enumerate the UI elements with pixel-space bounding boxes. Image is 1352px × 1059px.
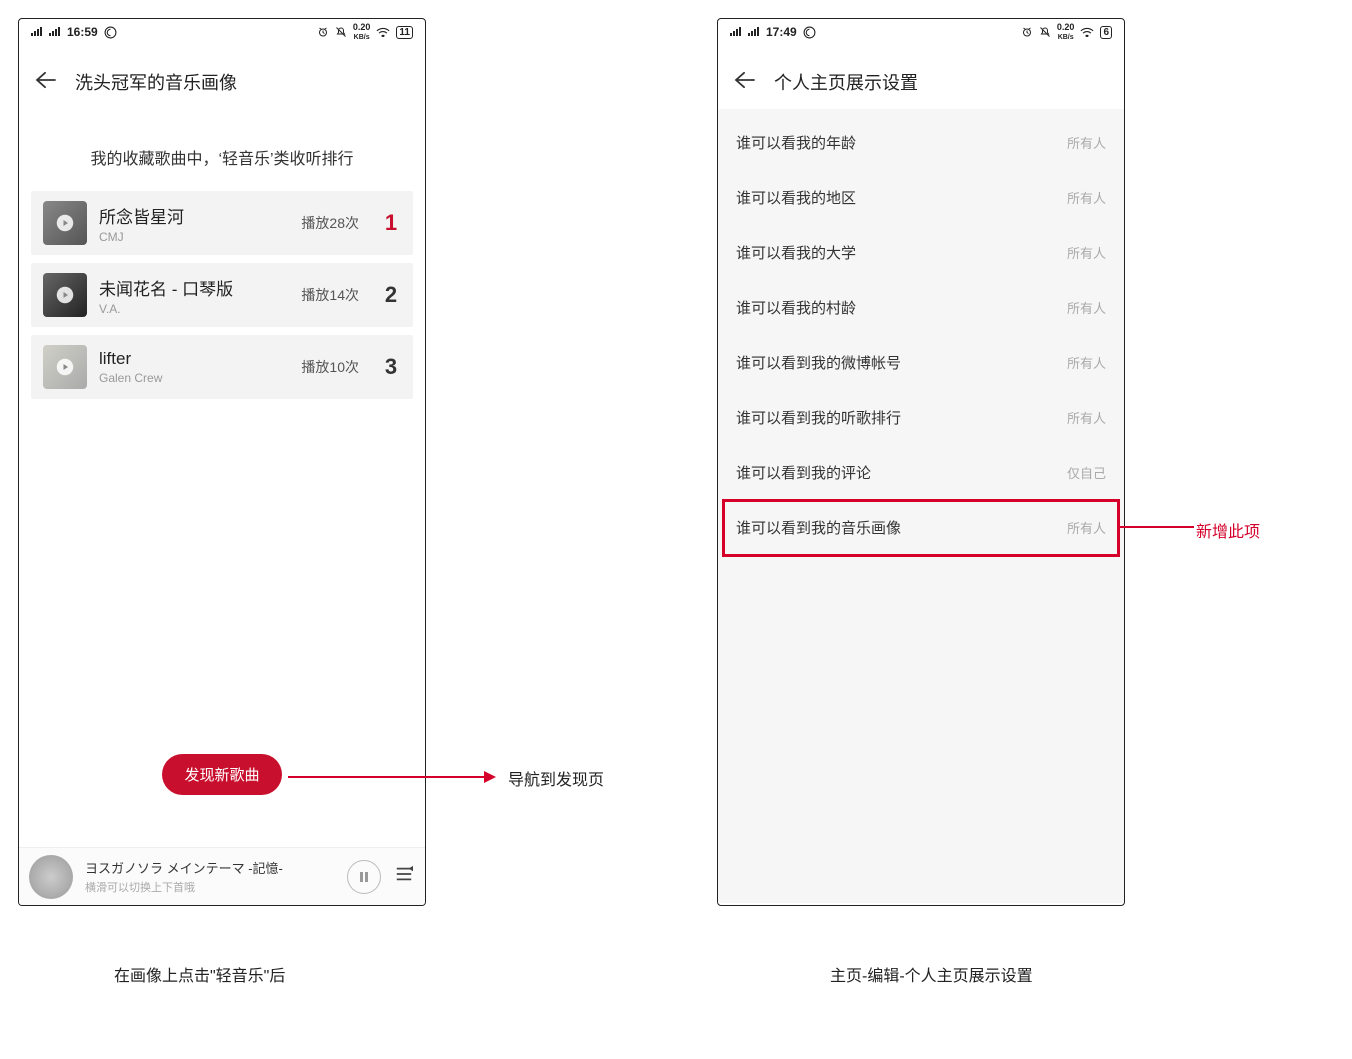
song-plays: 播放10次 — [301, 357, 359, 377]
discover-button-label: 发现新歌曲 — [184, 767, 259, 784]
song-row[interactable]: 未闻花名 - 口琴版 V.A. 播放14次 2 — [31, 263, 413, 327]
battery-icon: 11 — [396, 26, 413, 39]
mute-icon — [1039, 26, 1051, 38]
annotation-new-item: 新增此项 — [1196, 518, 1260, 542]
signal-icon — [49, 27, 61, 37]
song-artist: Galen Crew — [99, 371, 289, 385]
arrow-icon — [288, 765, 496, 789]
page-title: 洗头冠军的音乐画像 — [75, 69, 237, 95]
song-title: 所念皆星河 — [99, 203, 289, 228]
phone-screenshot-right: 17:49 0.20KB/s 6 — [717, 18, 1125, 906]
song-row[interactable]: 所念皆星河 CMJ 播放28次 1 — [31, 191, 413, 255]
settings-row-age[interactable]: 谁可以看我的年龄所有人 — [718, 115, 1124, 170]
song-plays: 播放28次 — [301, 213, 359, 233]
song-plays: 播放14次 — [301, 285, 359, 305]
song-thumb — [43, 273, 87, 317]
app-header: 个人主页展示设置 — [718, 45, 1124, 109]
settings-row-college[interactable]: 谁可以看我的大学所有人 — [718, 225, 1124, 280]
song-thumb — [43, 201, 87, 245]
song-list: 所念皆星河 CMJ 播放28次 1 未闻花名 - 口琴版 V.A. 播放14次 … — [19, 191, 425, 399]
settings-row-rank[interactable]: 谁可以看到我的听歌排行所有人 — [718, 390, 1124, 445]
net-speed: 0.20KB/s — [1057, 23, 1075, 42]
back-icon[interactable] — [35, 69, 57, 95]
settings-row-account-age[interactable]: 谁可以看我的村龄所有人 — [718, 280, 1124, 335]
discover-button[interactable]: 发现新歌曲 — [162, 754, 281, 795]
wifi-icon — [376, 27, 390, 37]
wifi-icon — [1080, 27, 1094, 37]
song-artist: V.A. — [99, 302, 289, 316]
player-title: ヨスガノソラ メインテーマ -記憶- — [85, 858, 335, 877]
back-icon[interactable] — [734, 69, 756, 95]
signal-icon — [31, 27, 43, 37]
signal-icon — [730, 27, 742, 37]
song-rank: 1 — [381, 210, 401, 236]
song-thumb — [43, 345, 87, 389]
annotation-discover: 导航到发现页 — [508, 766, 604, 790]
page-title: 个人主页展示设置 — [774, 69, 918, 95]
player-sub: 横滑可以切换上下首哦 — [85, 879, 335, 895]
status-time: 16:59 — [67, 25, 98, 39]
settings-row-comment[interactable]: 谁可以看到我的评论仅自己 — [718, 445, 1124, 500]
song-title: lifter — [99, 349, 289, 369]
settings-list: 谁可以看我的年龄所有人 谁可以看我的地区所有人 谁可以看我的大学所有人 谁可以看… — [718, 109, 1124, 555]
netease-icon — [803, 26, 816, 39]
alarm-icon — [1021, 26, 1033, 38]
mute-icon — [335, 26, 347, 38]
status-time: 17:49 — [766, 25, 797, 39]
playlist-icon[interactable] — [393, 865, 415, 889]
rank-caption: 我的收藏歌曲中，‘轻音乐’类收听排行 — [19, 109, 425, 191]
signal-icon — [748, 27, 760, 37]
status-bar: 16:59 0.20KB/s 11 — [19, 19, 425, 45]
caption-left: 在画像上点击"轻音乐"后 — [114, 962, 285, 986]
connector-line-icon — [1120, 521, 1194, 533]
caption-right: 主页-编辑-个人主页展示设置 — [830, 962, 1033, 986]
alarm-icon — [317, 26, 329, 38]
settings-row-music-portrait[interactable]: 谁可以看到我的音乐画像所有人 — [718, 500, 1124, 555]
net-speed: 0.20KB/s — [353, 23, 371, 42]
song-row[interactable]: lifter Galen Crew 播放10次 3 — [31, 335, 413, 399]
song-title: 未闻花名 - 口琴版 — [99, 275, 289, 300]
battery-icon: 6 — [1100, 26, 1112, 39]
song-artist: CMJ — [99, 230, 289, 244]
status-bar: 17:49 0.20KB/s 6 — [718, 19, 1124, 45]
pause-icon[interactable] — [347, 860, 381, 894]
player-thumb — [29, 855, 73, 899]
app-header: 洗头冠军的音乐画像 — [19, 45, 425, 109]
settings-row-weibo[interactable]: 谁可以看到我的微博帐号所有人 — [718, 335, 1124, 390]
song-rank: 2 — [381, 282, 401, 308]
netease-icon — [104, 26, 117, 39]
song-rank: 3 — [381, 354, 401, 380]
mini-player[interactable]: ヨスガノソラ メインテーマ -記憶- 横滑可以切换上下首哦 — [19, 847, 425, 905]
settings-row-region[interactable]: 谁可以看我的地区所有人 — [718, 170, 1124, 225]
